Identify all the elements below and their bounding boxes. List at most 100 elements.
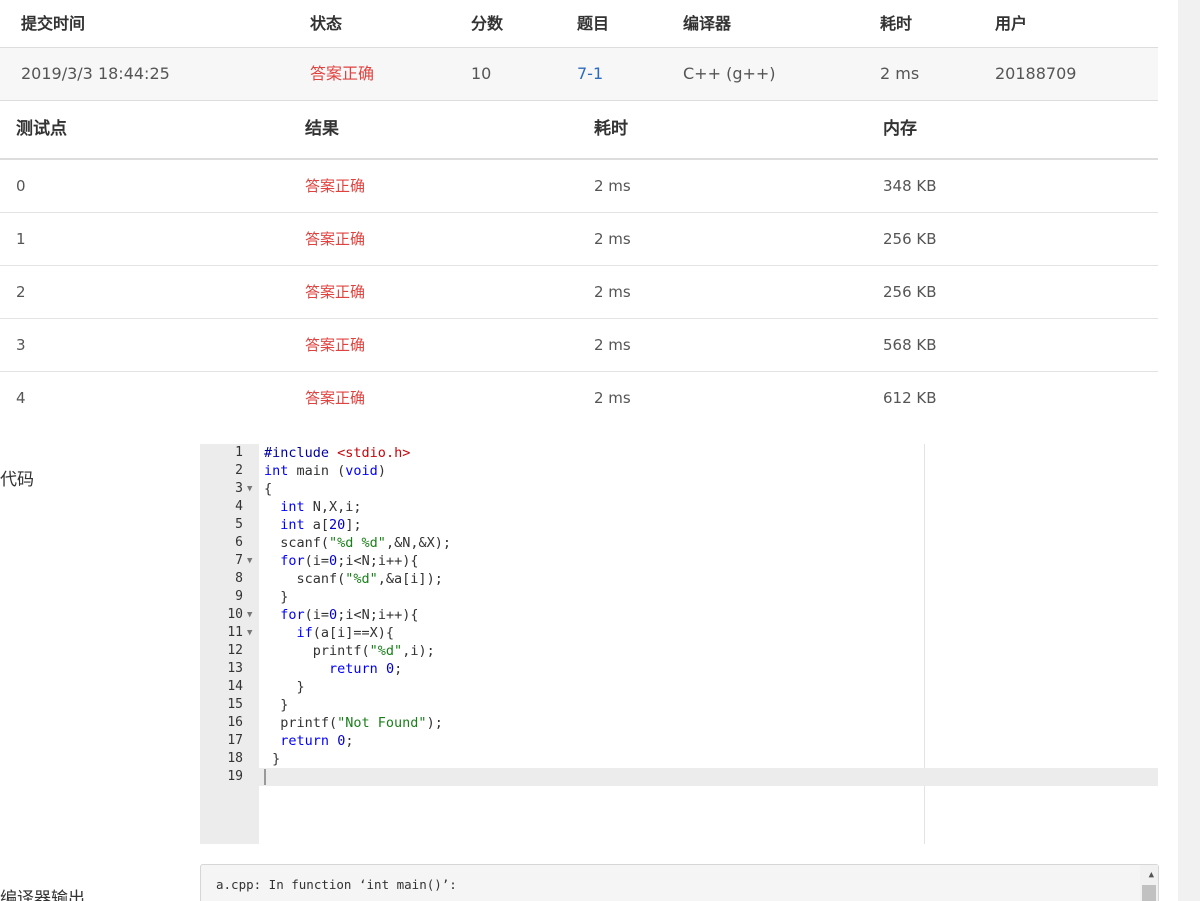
status-badge: 答案正确 <box>310 64 375 83</box>
fold-toggle-icon[interactable]: ▼ <box>247 606 252 624</box>
line-number: 13 <box>227 661 243 676</box>
header-duration: 耗时 <box>880 14 913 33</box>
submission-table-header: 提交时间 状态 分数 题目 编译器 耗时 用户 <box>0 0 1158 48</box>
code-line[interactable]: 18 } <box>200 750 1158 768</box>
line-number: 5 <box>235 517 243 532</box>
code-text: { <box>264 481 273 497</box>
test-memory: 256 KB <box>883 230 937 248</box>
code-text: printf("%d",i); <box>264 643 435 659</box>
test-time: 2 ms <box>594 177 631 195</box>
table-row: 0 答案正确 2 ms 348 KB <box>0 160 1158 213</box>
fold-toggle-icon[interactable]: ▼ <box>247 552 252 570</box>
submit-time: 2019/3/3 18:44:25 <box>21 64 170 83</box>
compiler-name: C++ (g++) <box>683 64 776 83</box>
code-text: scanf("%d %d",&N,&X); <box>264 535 451 551</box>
line-number: 17 <box>227 733 243 748</box>
scroll-thumb[interactable] <box>1142 885 1156 901</box>
table-row: 4 答案正确 2 ms 612 KB <box>0 372 1158 424</box>
test-result: 答案正确 <box>305 336 366 354</box>
main-content: 提交时间 状态 分数 题目 编译器 耗时 用户 2019/3/3 18:44:2… <box>0 0 1159 901</box>
code-line[interactable]: 6 scanf("%d %d",&N,&X); <box>200 534 1158 552</box>
fold-toggle-icon[interactable]: ▼ <box>247 624 252 642</box>
code-text: } <box>264 589 289 605</box>
code-text: if(a[i]==X){ <box>296 625 395 641</box>
code-text: #include <stdio.h> <box>264 445 411 461</box>
line-number: 11 <box>227 625 243 640</box>
code-line[interactable]: 12 printf("%d",i); <box>200 642 1158 660</box>
code-line[interactable]: 7 ▼ for(i=0;i<N;i++){ <box>200 552 1158 570</box>
code-line[interactable]: 10 ▼ for(i=0;i<N;i++){ <box>200 606 1158 624</box>
table-row: 1 答案正确 2 ms 256 KB <box>0 213 1158 266</box>
header-compiler: 编译器 <box>683 14 732 33</box>
submission-detail-page: 提交时间 状态 分数 题目 编译器 耗时 用户 2019/3/3 18:44:2… <box>0 0 1200 901</box>
test-id: 0 <box>16 177 26 195</box>
header-submit-time: 提交时间 <box>21 14 86 33</box>
code-line[interactable]: 5 int a[20]; <box>200 516 1158 534</box>
test-memory: 568 KB <box>883 336 937 354</box>
code-text: printf("Not Found"); <box>264 715 443 731</box>
test-result: 答案正确 <box>305 283 366 301</box>
compiler-output-label: 编译器输出 <box>0 889 85 901</box>
line-number: 9 <box>235 589 243 604</box>
header-score: 分数 <box>471 14 504 33</box>
code-line[interactable]: 3 ▼ { <box>200 480 1158 498</box>
line-number: 3 <box>235 481 243 496</box>
code-line[interactable]: 14 } <box>200 678 1158 696</box>
code-line[interactable]: 19 <box>200 768 1158 786</box>
compiler-output-scrollbar[interactable]: ▲ <box>1140 865 1158 901</box>
line-number: 6 <box>235 535 243 550</box>
header-result: 结果 <box>305 119 339 139</box>
line-number: 18 <box>227 751 243 766</box>
code-editor[interactable]: 1 #include <stdio.h> 2 int main (void) 3 ▼ {4 … <box>200 444 1158 844</box>
code-line[interactable]: 11 ▼ if(a[i]==X){ <box>200 624 1158 642</box>
line-number: 2 <box>235 463 243 478</box>
compiler-output-box[interactable]: a.cpp: In function ‘int main()’: ▲ <box>200 864 1159 901</box>
line-number: 12 <box>227 643 243 658</box>
header-problem: 题目 <box>577 14 610 33</box>
code-text: scanf("%d",&a[i]); <box>264 571 443 587</box>
test-memory: 612 KB <box>883 389 937 407</box>
test-memory: 256 KB <box>883 283 937 301</box>
code-line[interactable]: 16 printf("Not Found"); <box>200 714 1158 732</box>
text-cursor <box>264 769 266 785</box>
code-text: int N,X,i; <box>280 499 362 515</box>
problem-link[interactable]: 7-1 <box>577 48 603 100</box>
code-line[interactable]: 17 return 0; <box>200 732 1158 750</box>
code-line[interactable]: 9 } <box>200 588 1158 606</box>
table-row: 3 答案正确 2 ms 568 KB <box>0 319 1158 372</box>
user-id: 20188709 <box>995 64 1077 83</box>
code-label: 代码 <box>0 470 34 490</box>
code-line[interactable]: 13 return 0; <box>200 660 1158 678</box>
code-line[interactable]: 1 #include <stdio.h> <box>200 444 1158 462</box>
test-table-header: 测试点 结果 耗时 内存 <box>0 101 1158 160</box>
code-text: } <box>264 751 281 767</box>
line-number: 10 <box>227 607 243 622</box>
line-number: 7 <box>235 553 243 568</box>
code-text: for(i=0;i<N;i++){ <box>280 553 419 569</box>
test-result: 答案正确 <box>305 177 366 195</box>
line-number: 8 <box>235 571 243 586</box>
code-text: return 0; <box>280 733 354 749</box>
test-time: 2 ms <box>594 336 631 354</box>
code-line[interactable]: 8 scanf("%d",&a[i]); <box>200 570 1158 588</box>
test-id: 2 <box>16 283 26 301</box>
line-number: 1 <box>235 445 243 460</box>
line-number: 4 <box>235 499 243 514</box>
code-line[interactable]: 15 } <box>200 696 1158 714</box>
fold-toggle-icon[interactable]: ▼ <box>247 480 252 498</box>
code-text: return 0; <box>329 661 403 677</box>
test-time: 2 ms <box>594 230 631 248</box>
test-result: 答案正确 <box>305 230 366 248</box>
header-test-case: 测试点 <box>16 119 67 139</box>
code-line[interactable]: 4 int N,X,i; <box>200 498 1158 516</box>
scroll-up-icon[interactable]: ▲ <box>1149 870 1154 880</box>
page-scrollbar[interactable] <box>1178 0 1200 901</box>
test-time: 2 ms <box>594 389 631 407</box>
test-id: 1 <box>16 230 26 248</box>
code-line[interactable]: 2 int main (void) <box>200 462 1158 480</box>
line-number: 15 <box>227 697 243 712</box>
test-time: 2 ms <box>594 283 631 301</box>
compiler-output-text: a.cpp: In function ‘int main()’: <box>216 877 457 892</box>
code-text: for(i=0;i<N;i++){ <box>280 607 419 623</box>
line-number: 14 <box>227 679 243 694</box>
